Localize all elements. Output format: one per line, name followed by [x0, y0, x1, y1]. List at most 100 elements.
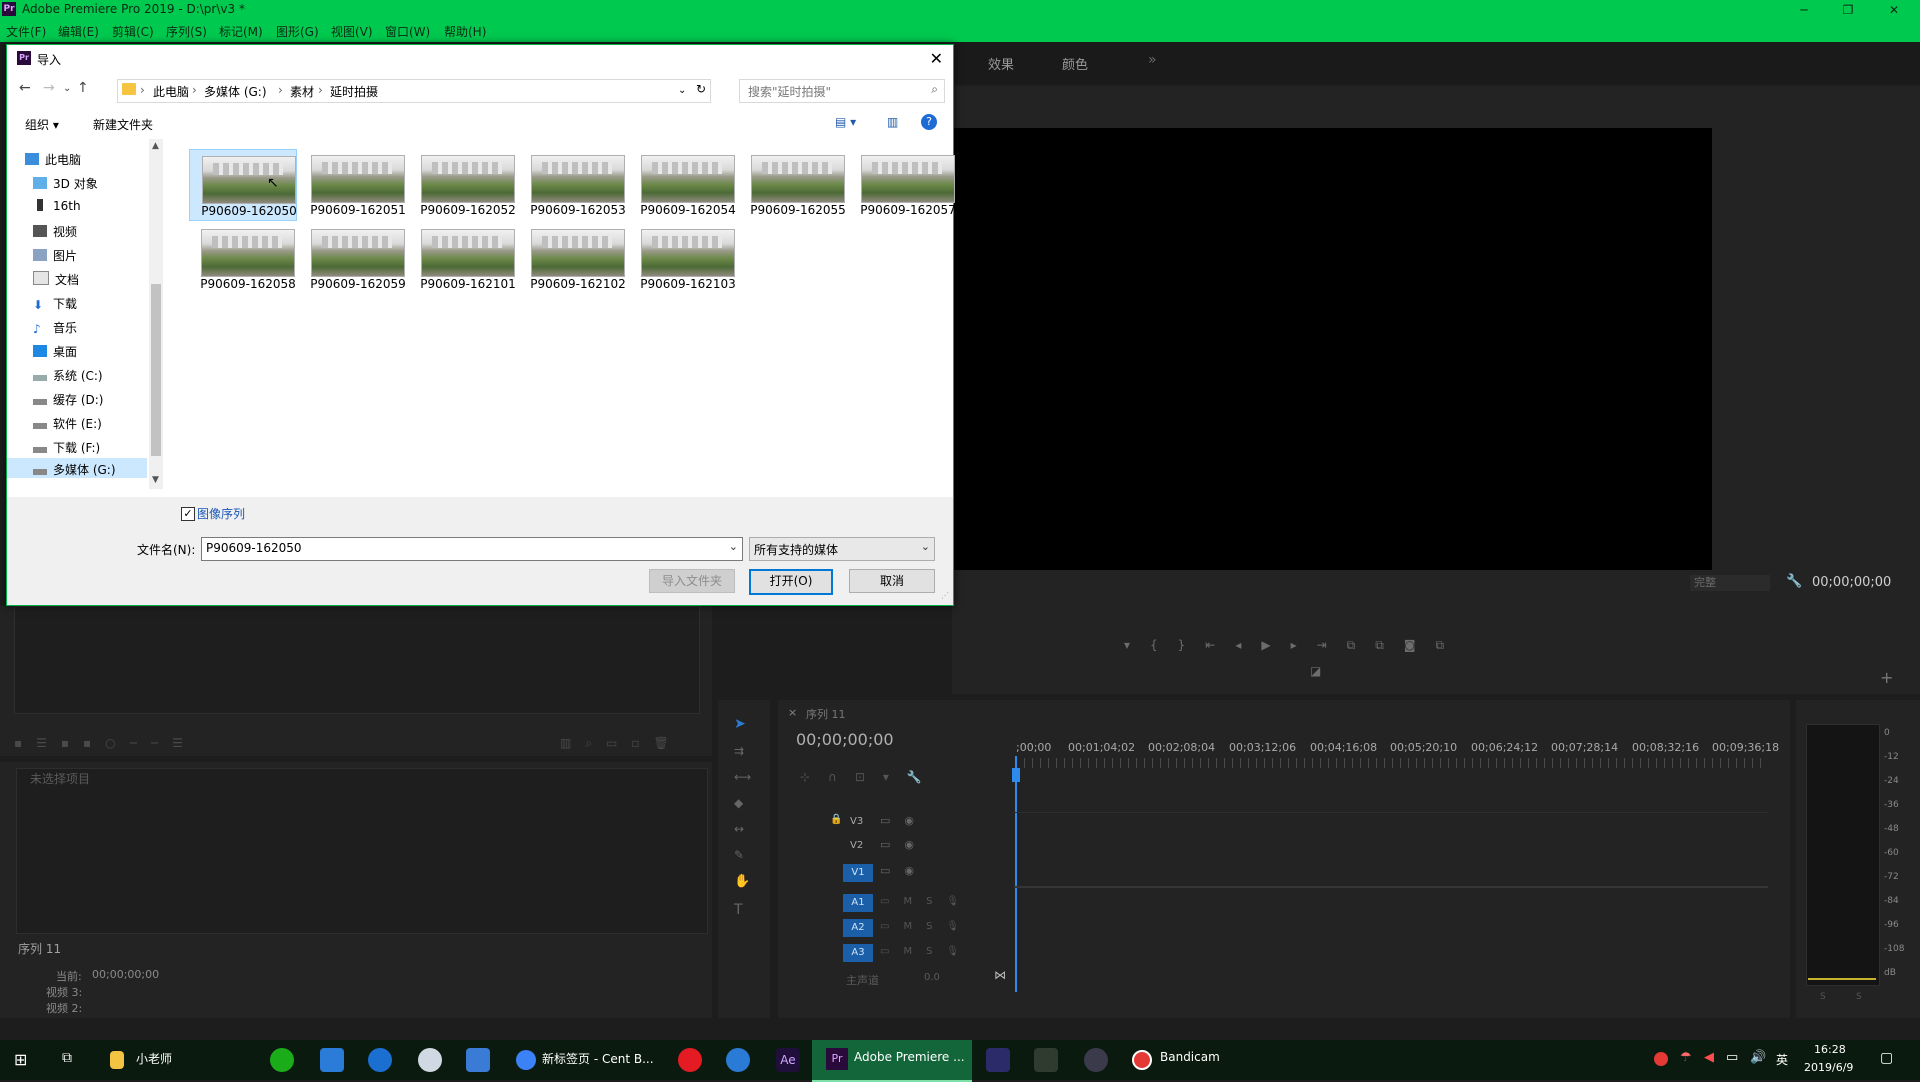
file-explorer-icon[interactable] [110, 1051, 124, 1069]
project-toolbar-right-icons[interactable]: ▥⌕▭▫🗑 [560, 736, 683, 751]
file-thumbnail[interactable]: P90609-162101 [409, 223, 516, 293]
search-box[interactable]: 搜索"延时拍摄" ⌕ [739, 79, 945, 103]
tray-flag-icon[interactable]: ◀ [1704, 1050, 1714, 1065]
taskbar-explorer-label[interactable]: 小老师 [136, 1050, 172, 1067]
file-thumbnail[interactable]: P90609-162057 [849, 149, 956, 219]
app-arrow-icon[interactable] [368, 1048, 392, 1072]
workspace-tab-effects[interactable]: 效果 [988, 54, 1014, 73]
menu-graphics[interactable]: 图形(G) [276, 23, 319, 40]
view-mode-icon[interactable]: ▤ ▾ [835, 115, 856, 129]
recent-chevron-icon[interactable]: ⌄ [63, 83, 71, 94]
forward-arrow-icon[interactable]: → [43, 80, 55, 96]
menu-sequence[interactable]: 序列(S) [166, 23, 207, 40]
dialog-close-button[interactable]: ✕ [930, 49, 943, 68]
tray-app-icon[interactable]: ☂ [1680, 1050, 1692, 1065]
add-button-icon[interactable]: + [1880, 668, 1893, 687]
razor-tool-icon[interactable]: ◆ [734, 796, 743, 810]
tree-item-videos[interactable]: 视频 [33, 223, 77, 240]
file-thumbnail[interactable]: P90609-162054 [629, 149, 736, 219]
playhead-handle[interactable] [1012, 768, 1020, 782]
clock-date[interactable]: 2019/6/9 [1804, 1061, 1853, 1074]
menu-help[interactable]: 帮助(H) [444, 23, 486, 40]
file-thumbnail[interactable]: P90609-162055 [739, 149, 846, 219]
meter-solo-button[interactable]: S [1820, 992, 1826, 1002]
filename-input[interactable]: P90609-162050 [206, 541, 302, 555]
master-track-value[interactable]: 0.0 [924, 972, 940, 983]
track-label-a3[interactable]: A3 [843, 944, 873, 962]
file-thumbnail[interactable]: P90609-162103 [629, 223, 736, 293]
timeline-tool-icons[interactable]: ⊹∩⊡▾🔧 [800, 770, 940, 784]
track-a3-toggles[interactable]: ▭MS🎙 [880, 946, 973, 957]
file-thumbnail[interactable]: P90609-162058 [189, 223, 296, 293]
menu-file[interactable]: 文件(F) [6, 23, 46, 40]
app-globe-icon[interactable] [726, 1048, 750, 1072]
after-effects-icon[interactable]: Ae [776, 1048, 800, 1072]
file-thumbnail[interactable]: P90609-162102 [519, 223, 626, 293]
filetype-select[interactable]: 所有支持的媒体 ⌄ [749, 537, 935, 561]
address-bar[interactable]: › 此电脑 › 多媒体 (G:) › 素材 › 延时拍摄 ⌄ ↻ [117, 79, 711, 103]
workspace-tab-color[interactable]: 颜色 [1062, 54, 1088, 73]
timeline-tab[interactable]: 序列 11 [806, 706, 846, 722]
menu-edit[interactable]: 编辑(E) [58, 23, 99, 40]
filename-field[interactable]: P90609-162050 ⌄ [201, 537, 743, 561]
track-v1-toggles[interactable]: ▭◉ [880, 864, 928, 877]
menu-clip[interactable]: 剪辑(C) [112, 23, 154, 40]
up-arrow-icon[interactable]: ↑ [77, 80, 89, 96]
preview-pane-icon[interactable]: ▥ [887, 115, 898, 129]
file-thumbnail[interactable]: P90609-162059 [299, 223, 406, 293]
track-lock-icon[interactable]: 🔒 [830, 814, 842, 825]
clock-time[interactable]: 16:28 [1814, 1043, 1846, 1056]
tree-item-drive-c[interactable]: 系统 (C:) [33, 367, 103, 384]
breadcrumb-assets[interactable]: 素材 [290, 83, 314, 100]
slip-tool-icon[interactable]: ↔ [734, 822, 744, 836]
taskbar-bandicam-label[interactable]: Bandicam [1160, 1050, 1220, 1064]
track-label-a2[interactable]: A2 [843, 919, 873, 937]
track-label-v1[interactable]: V1 [843, 864, 873, 882]
app-chart-icon[interactable] [986, 1048, 1010, 1072]
track-label-v2[interactable]: V2 [850, 840, 863, 851]
pen-tool-icon[interactable]: ✎ [734, 848, 744, 862]
track-label-a1[interactable]: A1 [843, 894, 873, 912]
image-sequence-label[interactable]: 图像序列 [197, 505, 245, 522]
app-play-icon[interactable] [1034, 1048, 1058, 1072]
bandicam-icon[interactable] [1132, 1050, 1152, 1070]
ime-indicator[interactable]: 英 [1776, 1051, 1788, 1068]
breadcrumb-this-pc[interactable]: 此电脑 [153, 83, 189, 100]
track-v3-toggles[interactable]: ▭◉ [880, 814, 928, 827]
breadcrumb-timelapse[interactable]: 延时拍摄 [330, 83, 378, 100]
transport-controls[interactable]: ▾{}⇤◂▶▸⇥⧉⧉◙⧉ [1124, 638, 1464, 653]
back-arrow-icon[interactable]: ← [19, 80, 31, 96]
tree-item-desktop[interactable]: 桌面 [33, 343, 77, 360]
track-select-tool-icon[interactable]: ⇉ [734, 744, 744, 758]
record-indicator-icon[interactable] [1654, 1052, 1668, 1066]
wrench-icon[interactable]: 🔧 [1786, 574, 1802, 589]
playhead[interactable] [1015, 756, 1017, 992]
start-icon[interactable]: ⊞ [14, 1050, 27, 1069]
track-v2-toggles[interactable]: ▭◉ [880, 838, 928, 851]
refresh-icon[interactable]: ↻ [696, 82, 706, 96]
file-thumbnail[interactable]: P90609-162050 [189, 149, 297, 221]
file-thumbnail[interactable]: P90609-162053 [519, 149, 626, 219]
filetype-dropdown-icon[interactable]: ⌄ [921, 540, 930, 553]
organize-button[interactable]: 组织 ▾ [25, 116, 59, 133]
type-tool-icon[interactable]: T [734, 902, 743, 918]
import-folder-button[interactable]: 导入文件夹 [649, 569, 735, 593]
app-bird-icon[interactable] [466, 1048, 490, 1072]
workspace-overflow-icon[interactable]: » [1148, 52, 1157, 68]
open-button[interactable]: 打开(O) [749, 569, 833, 595]
tree-item-pictures[interactable]: 图片 [33, 247, 77, 264]
app-star-icon[interactable] [320, 1048, 344, 1072]
search-input[interactable]: 搜索"延时拍摄" [748, 83, 831, 100]
close-button[interactable]: ✕ [1874, 0, 1914, 20]
fit-dropdown[interactable]: 完整 [1690, 575, 1770, 591]
tree-item-drive-f[interactable]: 下载 (F:) [33, 439, 100, 456]
tree-item-downloads[interactable]: ⬇ 下载 [33, 295, 77, 312]
timeline-close-icon[interactable]: × [788, 706, 797, 719]
taskbar-premiere-button[interactable]: Pr Adobe Premiere ... [812, 1040, 972, 1082]
tree-item-drive-d[interactable]: 缓存 (D:) [33, 391, 103, 408]
filename-dropdown-icon[interactable]: ⌄ [729, 540, 738, 553]
notification-icon[interactable]: ▢ [1880, 1050, 1893, 1066]
tree-item-music[interactable]: ♪ 音乐 [33, 319, 77, 336]
cancel-button[interactable]: 取消 [849, 569, 935, 593]
davinci-icon[interactable] [1084, 1048, 1108, 1072]
